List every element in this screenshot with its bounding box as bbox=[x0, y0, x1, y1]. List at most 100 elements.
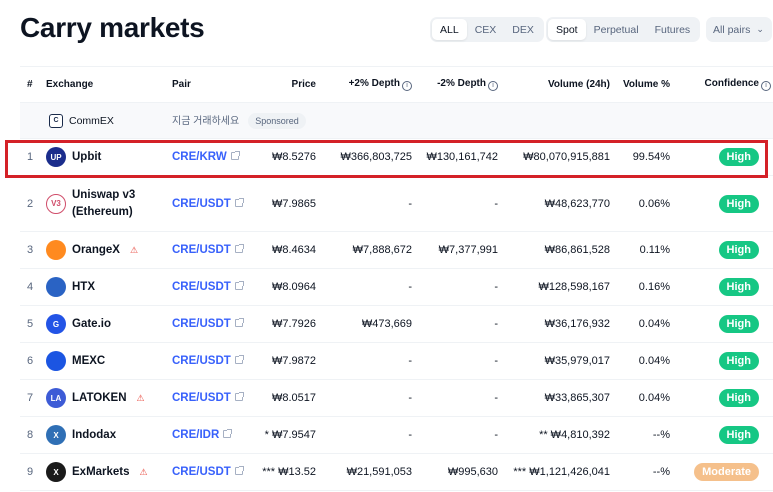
rank-cell: 2 bbox=[27, 197, 34, 210]
exchange-name[interactable]: Upbit bbox=[72, 149, 101, 166]
pairs-dropdown[interactable]: All pairs ⌄ bbox=[706, 17, 772, 42]
volume-cell: ₩48,623,770 bbox=[544, 197, 610, 210]
exchange-cell[interactable]: V3 Uniswap v3 (Ethereum) bbox=[46, 187, 172, 221]
pair-link[interactable]: CRE/USDT bbox=[172, 318, 231, 330]
pair-link[interactable]: CRE/USDT bbox=[172, 281, 231, 293]
exchange-cell[interactable]: X Indodax bbox=[46, 425, 172, 445]
confidence-badge: High bbox=[718, 278, 759, 296]
exchange-name[interactable]: Uniswap v3 (Ethereum) bbox=[72, 187, 152, 221]
external-link-icon[interactable] bbox=[234, 281, 244, 290]
pair-link[interactable]: CRE/KRW bbox=[172, 151, 227, 163]
sponsored-row[interactable]: C CommEX 지금 거래하세요 Sponsored bbox=[20, 102, 773, 139]
filter-all-button[interactable]: ALL bbox=[432, 19, 467, 40]
warning-icon[interactable]: ⚠ bbox=[140, 467, 148, 478]
warning-icon[interactable]: ⚠ bbox=[130, 245, 138, 256]
depth-plus-cell: - bbox=[408, 281, 412, 293]
exchange-cell[interactable]: MEXC bbox=[46, 351, 172, 371]
col-depth-plus[interactable]: +2% Depth i bbox=[324, 67, 420, 103]
table-row[interactable]: 4 HTX CRE/USDT ₩8.0964 - - ₩128,598,167 0.16% Hi… bbox=[20, 269, 773, 306]
depth-minus-cell: - bbox=[494, 355, 498, 367]
volume-pct-cell: 0.11% bbox=[639, 244, 670, 256]
exchange-cell[interactable]: G Gate.io bbox=[46, 314, 172, 334]
commex-logo-icon: C bbox=[49, 113, 63, 128]
col-price[interactable]: Price bbox=[252, 67, 324, 103]
markets-table: # Exchange Pair Price +2% Depth i -2% Dep… bbox=[20, 66, 773, 491]
price-cell: ₩7.7926 bbox=[271, 318, 316, 330]
col-volume-pct[interactable]: Volume % bbox=[618, 67, 678, 103]
exchange-name[interactable]: ExMarkets bbox=[72, 464, 130, 481]
price-cell: * ₩7.9547 bbox=[264, 429, 316, 441]
exchange-name[interactable]: HTX bbox=[72, 279, 95, 296]
filter-cex-button[interactable]: CEX bbox=[467, 19, 505, 40]
info-icon[interactable]: i bbox=[402, 81, 412, 91]
exchange-logo-icon: LA bbox=[46, 388, 66, 408]
exchange-cell[interactable]: OrangeX ⚠ bbox=[46, 240, 172, 260]
depth-plus-cell: ₩21,591,053 bbox=[346, 466, 412, 478]
pair-link[interactable]: CRE/USDT bbox=[172, 392, 231, 404]
col-depth-minus[interactable]: -2% Depth i bbox=[420, 67, 506, 103]
table-row[interactable]: 9 X ExMarkets ⚠ CRE/USDT *** ₩13.52 ₩21,591,05… bbox=[20, 454, 773, 491]
external-link-icon[interactable] bbox=[234, 392, 244, 401]
exchange-name[interactable]: OrangeX bbox=[72, 242, 120, 259]
external-link-icon[interactable] bbox=[234, 244, 244, 253]
pair-link[interactable]: CRE/IDR bbox=[172, 429, 219, 441]
pair-link[interactable]: CRE/USDT bbox=[172, 355, 231, 367]
info-icon[interactable]: i bbox=[761, 81, 771, 91]
external-link-icon[interactable] bbox=[234, 355, 244, 364]
exchange-name[interactable]: Gate.io bbox=[72, 316, 111, 333]
confidence-badge: High bbox=[718, 389, 759, 407]
table-row[interactable]: 7 LA LATOKEN ⚠ CRE/USDT ₩8.0517 - - ₩33,865,307 0… bbox=[20, 380, 773, 417]
col-rank[interactable]: # bbox=[20, 67, 46, 103]
filter-futures-button[interactable]: Futures bbox=[647, 19, 699, 40]
chevron-down-icon: ⌄ bbox=[756, 24, 764, 34]
exchange-cell[interactable]: UP Upbit bbox=[46, 147, 172, 167]
confidence-badge: High bbox=[718, 352, 759, 370]
exchange-name[interactable]: LATOKEN bbox=[72, 390, 127, 407]
sponsored-cta-text[interactable]: 지금 거래하세요 bbox=[172, 116, 239, 127]
filter-dex-button[interactable]: DEX bbox=[504, 19, 542, 40]
col-volume[interactable]: Volume (24h) bbox=[506, 67, 618, 103]
info-icon[interactable]: i bbox=[488, 81, 498, 91]
exchange-logo-icon: X bbox=[46, 425, 66, 445]
volume-pct-cell: 0.16% bbox=[638, 281, 670, 293]
table-row[interactable]: 5 G Gate.io CRE/USDT ₩7.7926 ₩473,669 - ₩36,176… bbox=[20, 306, 773, 343]
exchange-logo-icon bbox=[46, 351, 66, 371]
external-link-icon[interactable] bbox=[234, 466, 244, 475]
external-link-icon[interactable] bbox=[230, 151, 240, 160]
table-row[interactable]: 6 MEXC CRE/USDT ₩7.9872 - - ₩35,979,017 0.04% Hi… bbox=[20, 343, 773, 380]
exchange-cell[interactable]: LA LATOKEN ⚠ bbox=[46, 388, 172, 408]
pair-link[interactable]: CRE/USDT bbox=[172, 198, 231, 210]
exchange-logo-icon: UP bbox=[46, 147, 66, 167]
external-link-icon[interactable] bbox=[234, 318, 244, 327]
table-row[interactable]: 8 X Indodax CRE/IDR * ₩7.9547 - - ** ₩4,810,392… bbox=[20, 417, 773, 454]
filter-spot-button[interactable]: Spot bbox=[548, 19, 586, 40]
exchange-cell[interactable]: X ExMarkets ⚠ bbox=[46, 462, 172, 482]
exchange-logo-icon bbox=[46, 277, 66, 297]
pair-link[interactable]: CRE/USDT bbox=[172, 244, 231, 256]
pair-link[interactable]: CRE/USDT bbox=[172, 466, 231, 478]
rank-cell: 6 bbox=[27, 355, 34, 367]
rank-cell: 5 bbox=[27, 318, 34, 330]
exchange-name[interactable]: Indodax bbox=[72, 427, 116, 444]
confidence-badge: High bbox=[718, 241, 759, 259]
external-link-icon[interactable] bbox=[223, 429, 233, 438]
table-row[interactable]: 1 UP Upbit CRE/KRW ₩8.5276 ₩366,803,725 ₩130,1… bbox=[20, 139, 773, 176]
page-title: Carry markets bbox=[20, 12, 205, 43]
col-confidence[interactable]: Confidence i bbox=[678, 67, 773, 103]
volume-cell: ₩80,070,915,881 bbox=[523, 151, 610, 163]
external-link-icon[interactable] bbox=[234, 197, 244, 207]
depth-plus-cell: ₩7,888,672 bbox=[352, 244, 412, 256]
depth-minus-cell: - bbox=[494, 281, 498, 293]
warning-icon[interactable]: ⚠ bbox=[137, 393, 145, 404]
depth-minus-cell: ₩7,377,991 bbox=[438, 244, 498, 256]
col-exchange[interactable]: Exchange bbox=[46, 67, 172, 103]
volume-pct-cell: 0.06% bbox=[638, 197, 670, 210]
table-row[interactable]: 2 V3 Uniswap v3 (Ethereum) CRE/USDT ₩7.9865 -… bbox=[20, 176, 773, 232]
filter-perpetual-button[interactable]: Perpetual bbox=[586, 19, 647, 40]
exchange-cell: C CommEX bbox=[46, 113, 172, 128]
col-pair[interactable]: Pair bbox=[172, 67, 252, 103]
exchange-cell[interactable]: HTX bbox=[46, 277, 172, 297]
volume-cell: ₩36,176,932 bbox=[544, 318, 610, 330]
table-row[interactable]: 3 OrangeX ⚠ CRE/USDT ₩8.4634 ₩7,888,672 ₩7,377… bbox=[20, 232, 773, 269]
exchange-name[interactable]: MEXC bbox=[72, 353, 105, 370]
